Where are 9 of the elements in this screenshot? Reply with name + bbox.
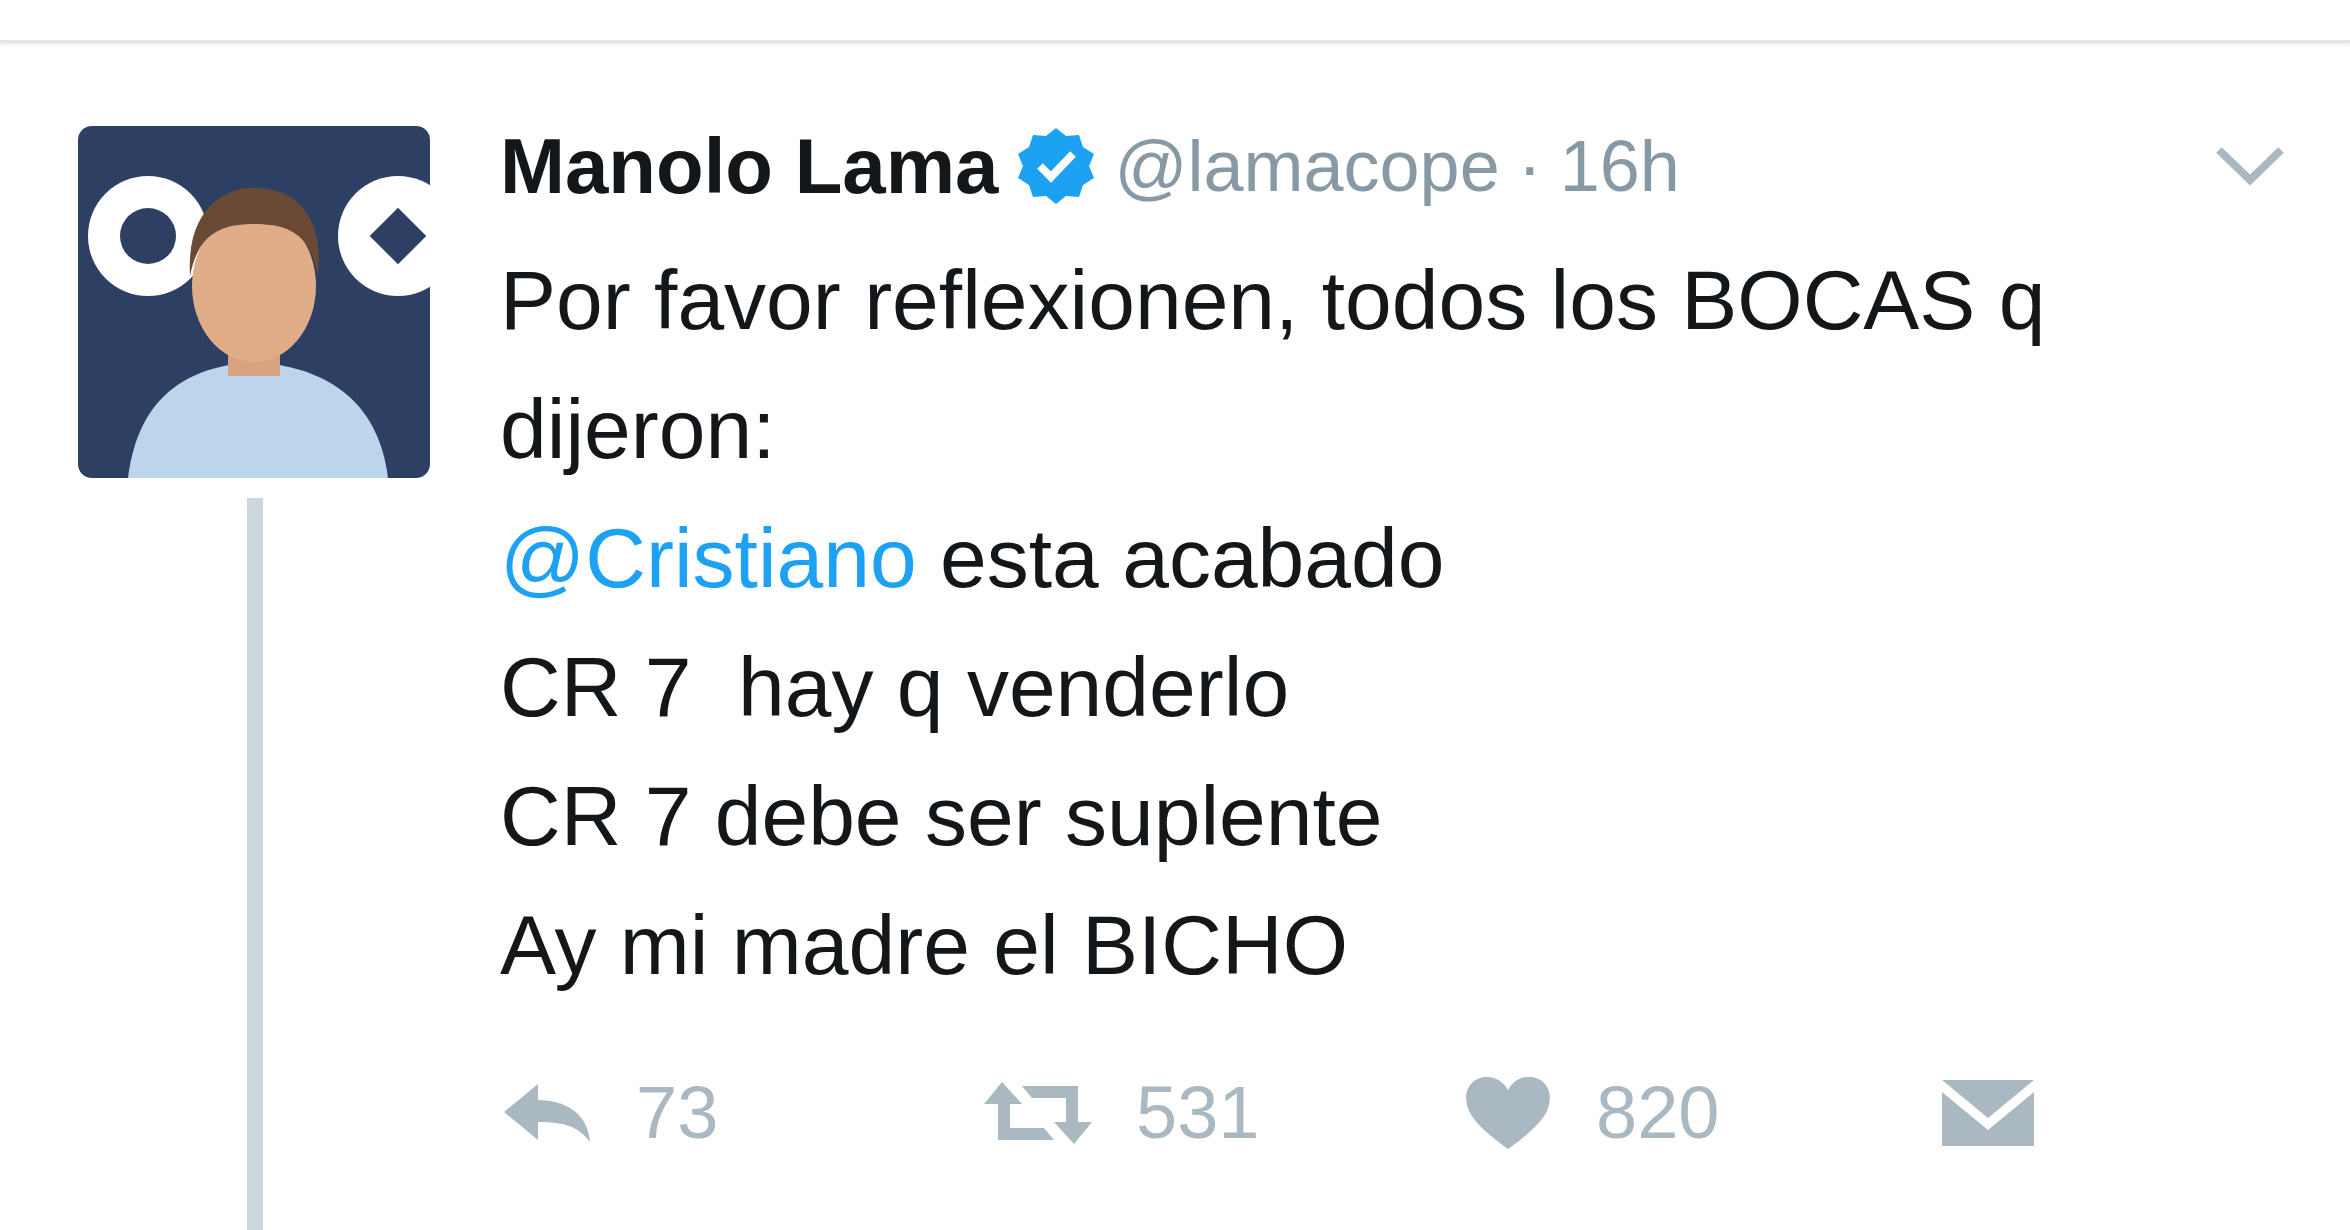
action-count: 73 [636,1070,719,1155]
author-name[interactable]: Manolo Lama [500,120,999,212]
action-count: 531 [1136,1070,1260,1155]
timestamp[interactable]: 16h [1559,125,1680,207]
action-count: 820 [1596,1070,1720,1155]
author-handle[interactable]: @lamacope [1114,125,1500,207]
mention-link[interactable]: @Cristiano [500,511,917,605]
separator: · [1517,125,1542,207]
tweet-text: Por favor reflexionen, todos los BOCAS q dijeron: @Cristiano esta acabado CR 7 hay q venderlo CR 7 debe ser suplente Ay mi madre el BICHO [500,252,2047,994]
